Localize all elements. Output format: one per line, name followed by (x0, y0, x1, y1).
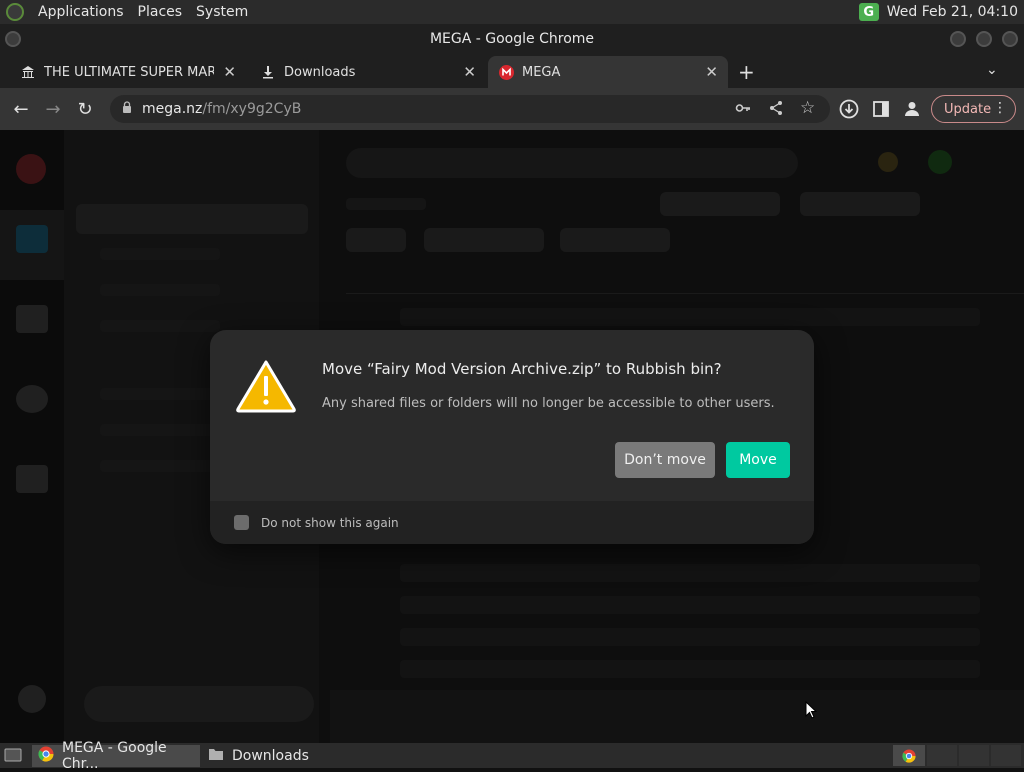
window-title: MEGA - Google Chrome (429, 31, 595, 47)
lock-icon[interactable] (122, 101, 132, 117)
minimize-icon[interactable] (950, 31, 966, 47)
move-to-rubbish-dialog: Move “Fairy Mod Version Archive.zip” to … (210, 330, 814, 544)
back-icon[interactable]: ← (10, 98, 32, 120)
show-desktop-icon[interactable] (4, 748, 22, 766)
update-button[interactable]: Update ⋮ (931, 95, 1016, 123)
taskbar-item-chrome[interactable]: MEGA - Google Chr... (32, 740, 200, 772)
reload-icon[interactable]: ↻ (74, 98, 96, 120)
close-window-icon[interactable] (1002, 31, 1018, 47)
side-panel-icon[interactable] (870, 98, 892, 120)
avatar (18, 685, 46, 713)
download-icon (260, 64, 276, 80)
tab-label: MEGA (522, 64, 561, 80)
address-bar[interactable]: mega.nz/fm/xy9g2CyB ☆ (110, 95, 830, 123)
close-tab-icon[interactable]: ✕ (705, 63, 718, 81)
taskbar-item-downloads[interactable]: Downloads (202, 745, 322, 767)
dialog-message: Any shared files or folders will no long… (322, 396, 775, 411)
url-path: /fm/xy9g2CyB (202, 101, 302, 117)
distro-logo-icon[interactable] (6, 3, 24, 21)
menu-places[interactable]: Places (138, 4, 183, 20)
tab-strip: THE ULTIMATE SUPER MARIO ✕ Downloads ✕ M… (0, 54, 1024, 88)
forward-icon[interactable]: → (42, 98, 64, 120)
museum-icon (20, 64, 36, 80)
key-icon[interactable] (735, 100, 751, 120)
tab-label: Downloads (284, 64, 356, 80)
chrome-icon (902, 748, 916, 763)
meetings-icon (16, 465, 48, 493)
tab-downloads[interactable]: Downloads ✕ (250, 56, 486, 88)
share-icon[interactable] (768, 100, 784, 120)
folder-icon (208, 747, 224, 765)
downloads-icon[interactable] (838, 98, 860, 120)
profile-icon[interactable] (901, 98, 923, 120)
workspace-3[interactable] (959, 745, 989, 766)
taskbar-item-label: Downloads (232, 748, 309, 764)
clock[interactable]: Wed Feb 21, 04:10 (887, 4, 1018, 20)
bottom-taskbar: MEGA - Google Chr... Downloads (0, 740, 1024, 772)
close-tab-icon[interactable]: ✕ (223, 63, 236, 81)
maximize-icon[interactable] (976, 31, 992, 47)
kebab-menu-icon[interactable]: ⋮ (993, 100, 1007, 116)
menu-system[interactable]: System (196, 4, 248, 20)
mega-logo-icon (16, 154, 46, 184)
workspace-4[interactable] (991, 745, 1021, 766)
top-panel: Applications Places System G Wed Feb 21,… (0, 0, 1024, 24)
tab-mega[interactable]: MEGA ✕ (488, 56, 728, 88)
do-not-show-label[interactable]: Do not show this again (261, 516, 399, 530)
tab-label: THE ULTIMATE SUPER MARIO (44, 64, 214, 80)
cloud-drive-icon (16, 225, 48, 253)
close-tab-icon[interactable]: ✕ (463, 63, 476, 81)
move-button[interactable]: Move (726, 442, 790, 478)
mouse-cursor-icon (805, 701, 817, 719)
g-badge-icon[interactable]: G (858, 3, 879, 21)
tab-search-chevron-icon[interactable]: ⌄ (986, 62, 998, 78)
mega-nav-rail (0, 130, 64, 743)
warning-icon (235, 359, 297, 417)
taskbar-item-label: MEGA - Google Chr... (62, 740, 167, 772)
workspace-switcher[interactable] (893, 745, 925, 766)
mega-logo-icon (498, 64, 514, 80)
browser-toolbar: ← → ↻ mega.nz/fm/xy9g2CyB ☆ Update ⋮ (0, 88, 1024, 130)
update-label: Update (944, 101, 992, 117)
window-menu-icon[interactable] (5, 31, 21, 47)
dont-move-button[interactable]: Don’t move (615, 442, 715, 478)
tab-mario[interactable]: THE ULTIMATE SUPER MARIO ✕ (10, 56, 246, 88)
dialog-footer: Do not show this again (210, 501, 814, 544)
chrome-icon (38, 746, 54, 766)
chat-icon (16, 385, 48, 413)
menu-applications[interactable]: Applications (38, 4, 124, 20)
new-tab-icon[interactable]: + (738, 60, 755, 84)
bookmark-star-icon[interactable]: ☆ (800, 98, 815, 118)
photos-icon (16, 305, 48, 333)
search-bar-dimmed (346, 148, 798, 178)
do-not-show-checkbox[interactable] (234, 515, 249, 530)
window-titlebar: MEGA - Google Chrome (0, 24, 1024, 54)
url-domain: mega.nz (142, 101, 203, 117)
dialog-title: Move “Fairy Mod Version Archive.zip” to … (322, 360, 722, 378)
workspace-2[interactable] (927, 745, 957, 766)
